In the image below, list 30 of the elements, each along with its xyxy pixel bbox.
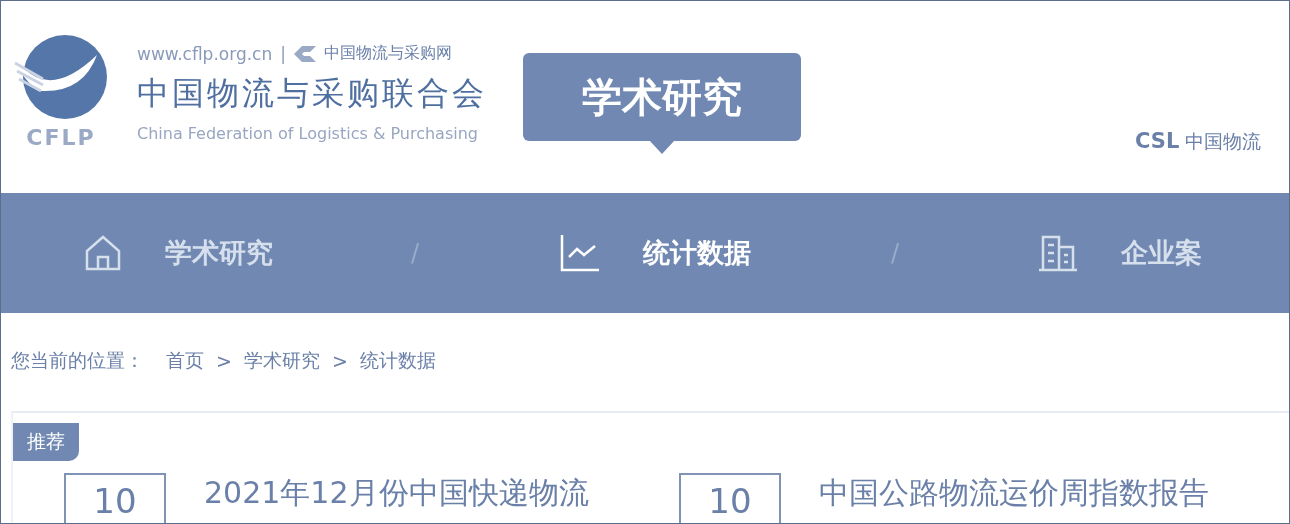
nav-tab[interactable]: 企业案 <box>1037 233 1203 273</box>
csl-label: CSL <box>1135 129 1180 153</box>
breadcrumb-separator: > <box>331 350 348 372</box>
site-url: www.cflp.org.cn <box>137 43 273 64</box>
home-icon <box>83 233 123 273</box>
arrow-logo-icon <box>293 45 316 62</box>
section-banner: 学术研究 <box>523 53 801 155</box>
article-link[interactable]: 2021年12月份中国快递物流 <box>204 473 589 514</box>
breadcrumb-link[interactable]: 统计数据 <box>359 348 436 374</box>
org-name-english: China Federation of Logistics & Purchasing <box>137 124 479 143</box>
date-box: 10 <box>679 473 781 523</box>
breadcrumb-link[interactable]: 学术研究 <box>243 348 320 374</box>
nav-separator: / <box>891 239 900 267</box>
org-name: 中国物流与采购联合会 <box>137 73 487 114</box>
nav-tab[interactable]: 学术研究 <box>83 233 273 273</box>
building-icon <box>1037 233 1080 273</box>
header-link-text: 中国物流 <box>1185 129 1262 154</box>
site-name: 中国物流与采购网 <box>323 43 452 64</box>
recommend-tag: 推荐 <box>13 423 79 461</box>
date-box: 10 <box>64 473 166 523</box>
line-chart-icon <box>559 233 602 273</box>
logo-text: CFLP <box>26 125 96 150</box>
article-link[interactable]: 中国公路物流运价周指数报告 <box>819 473 1209 514</box>
nav-tab[interactable]: 统计数据 <box>559 233 752 273</box>
breadcrumb-label: 您当前的位置： <box>11 348 144 373</box>
nav-separator: / <box>411 239 420 267</box>
breadcrumb-link[interactable]: 首页 <box>166 348 204 374</box>
divider-text: | <box>280 43 286 64</box>
globe-logo-icon <box>13 35 109 121</box>
breadcrumb-separator: > <box>216 350 232 372</box>
